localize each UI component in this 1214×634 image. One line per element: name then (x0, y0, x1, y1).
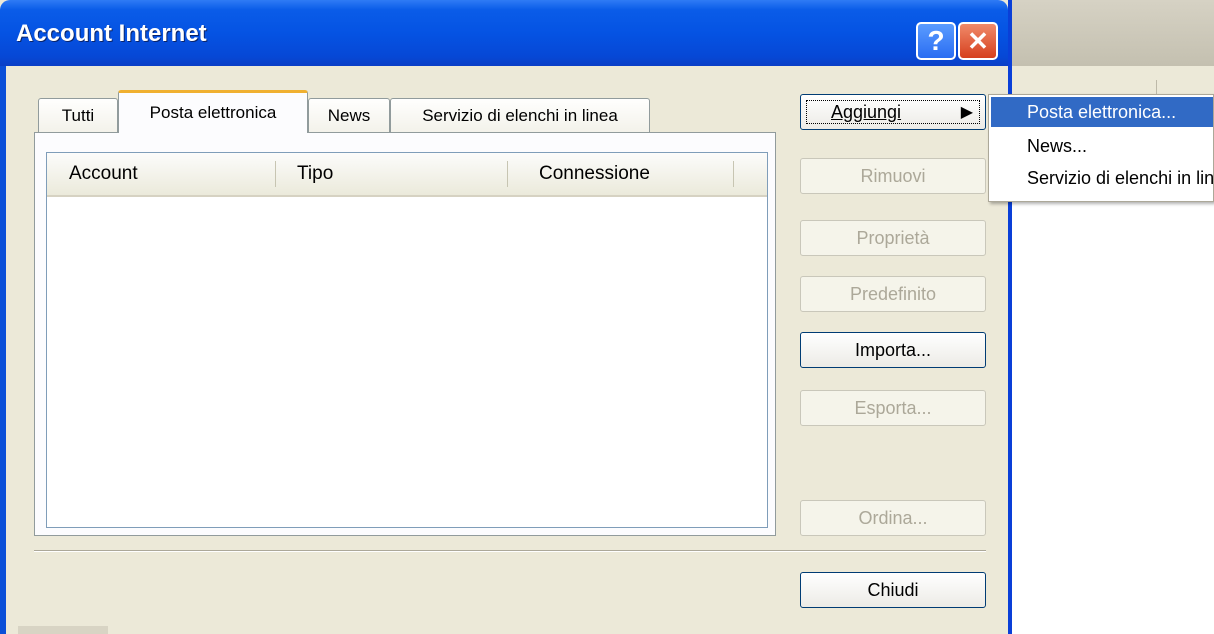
window-frame-left (0, 66, 6, 634)
column-separator[interactable] (275, 161, 276, 187)
menu-item-posta-elettronica[interactable]: Posta elettronica... (991, 97, 1213, 127)
rimuovi-button[interactable]: Rimuovi (800, 158, 986, 194)
tab-servizio-elenchi[interactable]: Servizio di elenchi in linea (390, 98, 650, 132)
tab-label: News (327, 105, 371, 125)
menu-item-label: Posta elettronica... (1027, 101, 1177, 122)
ordina-label: Ordina... (858, 507, 928, 528)
help-icon: ? (927, 25, 945, 56)
status-text-fragment (18, 626, 108, 634)
submenu-arrow-icon: ▶ (960, 104, 973, 121)
close-button[interactable]: ✕ (958, 22, 998, 60)
account-list[interactable]: Account Tipo Connessione (46, 152, 768, 528)
help-button[interactable]: ? (916, 22, 956, 60)
column-separator[interactable] (507, 161, 508, 187)
aggiungi-submenu: Posta elettronica... News... Servizio di… (988, 94, 1214, 202)
separator-line (34, 550, 986, 552)
menu-item-label: Servizio di elenchi in linea... (1027, 167, 1213, 188)
proprieta-button[interactable]: Proprietà (800, 220, 986, 256)
column-account[interactable]: Account (69, 153, 138, 195)
window-title: Account Internet (16, 20, 207, 47)
close-icon: ✕ (967, 25, 989, 56)
column-separator[interactable] (733, 161, 734, 187)
tab-label: Posta elettronica (149, 103, 277, 122)
tab-posta-elettronica[interactable]: Posta elettronica (118, 90, 308, 133)
aggiungi-button[interactable]: Aggiungi ▶ (800, 94, 986, 130)
focus-rectangle (806, 100, 980, 124)
background-window-titlebar (1000, 0, 1214, 66)
title-bar[interactable]: Account Internet ? ✕ (0, 0, 1008, 66)
menu-item-servizio-elenchi[interactable]: Servizio di elenchi in linea... (991, 163, 1213, 193)
tab-label: Servizio di elenchi in linea (422, 105, 618, 125)
account-internet-dialog: Account Internet ? ✕ Tutti Posta elettro… (0, 0, 1012, 634)
ordina-button[interactable]: Ordina... (800, 500, 986, 536)
importa-label: Importa... (854, 339, 932, 360)
esporta-button[interactable]: Esporta... (800, 390, 986, 426)
tab-label: Tutti (61, 105, 95, 125)
column-tipo[interactable]: Tipo (297, 153, 333, 195)
tab-tutti[interactable]: Tutti (38, 98, 118, 132)
chiudi-label: Chiudi (867, 579, 919, 600)
rimuovi-label: Rimuovi (860, 165, 926, 186)
chiudi-button[interactable]: Chiudi (800, 572, 986, 608)
column-connessione[interactable]: Connessione (539, 153, 650, 195)
predefinito-button[interactable]: Predefinito (800, 276, 986, 312)
list-header: Account Tipo Connessione (47, 153, 767, 197)
proprieta-label: Proprietà (856, 227, 930, 248)
menu-item-news[interactable]: News... (991, 131, 1213, 161)
menu-item-label: News... (1027, 135, 1088, 156)
tab-news[interactable]: News (308, 98, 390, 132)
predefinito-label: Predefinito (849, 283, 937, 304)
importa-button[interactable]: Importa... (800, 332, 986, 368)
esporta-label: Esporta... (854, 397, 932, 418)
